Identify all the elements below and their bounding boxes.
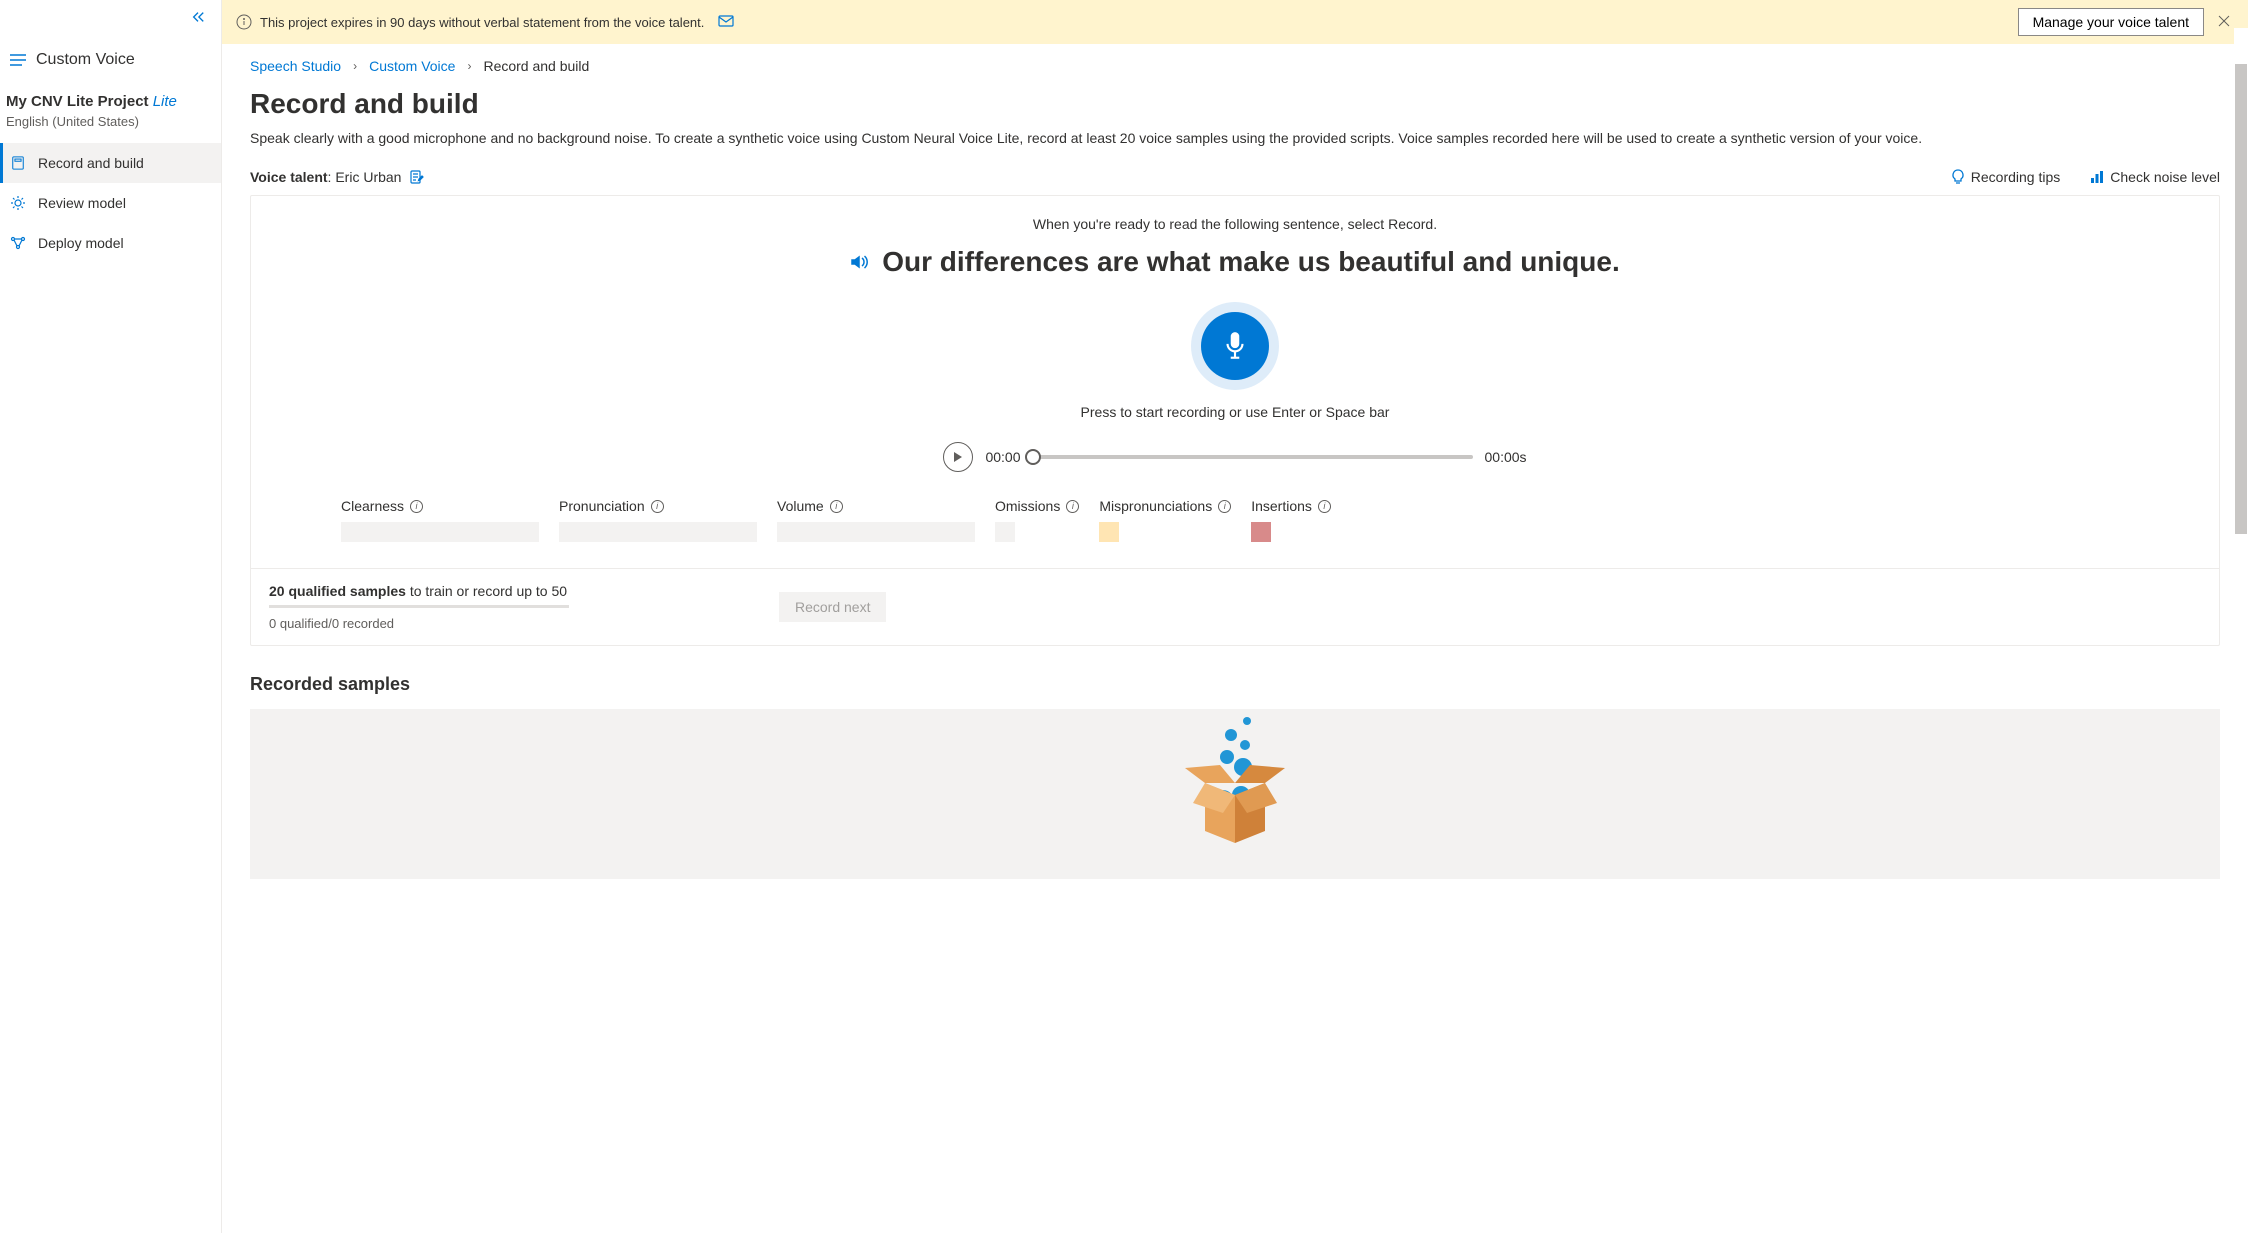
sidebar-item-label: Deploy model — [38, 235, 124, 251]
recording-instruction: When you're ready to read the following … — [281, 216, 2189, 232]
chevron-right-icon: › — [467, 59, 471, 73]
edit-voice-talent-icon[interactable] — [409, 169, 425, 185]
page-description: Speak clearly with a good microphone and… — [250, 128, 2220, 149]
recording-card: When you're ready to read the following … — [250, 195, 2220, 646]
metric-bar-mispronunciations — [1099, 522, 1119, 542]
playback-slider[interactable] — [1033, 455, 1473, 459]
play-button[interactable] — [943, 442, 973, 472]
time-total: 00:00s — [1485, 449, 1527, 465]
progress-bar — [269, 605, 569, 608]
metric-bar-pronunciation — [559, 522, 757, 542]
info-icon[interactable]: i — [830, 500, 843, 513]
sidebar-item-record-build[interactable]: Record and build — [0, 143, 221, 183]
sidebar-item-label: Review model — [38, 195, 126, 211]
metric-label-mispronunciations: Mispronunciations — [1099, 498, 1212, 514]
playback-controls: 00:00 00:00s — [281, 442, 2189, 472]
progress-footer: 20 qualified samples to train or record … — [251, 568, 2219, 645]
metric-bar-volume — [777, 522, 975, 542]
play-sentence-icon[interactable] — [850, 254, 868, 270]
manage-voice-talent-button[interactable]: Manage your voice talent — [2018, 8, 2204, 36]
notification-bar: This project expires in 90 days without … — [222, 0, 2248, 44]
close-notification-button[interactable] — [2214, 15, 2234, 30]
page-title: Record and build — [250, 88, 2220, 120]
check-noise-level-link[interactable]: Check noise level — [2090, 169, 2220, 185]
voice-talent-info: Voice talent: Eric Urban — [250, 169, 425, 185]
recorded-samples-title: Recorded samples — [250, 674, 2220, 695]
info-icon[interactable]: i — [1218, 500, 1231, 513]
sidebar: Custom Voice My CNV Lite Project Lite En… — [0, 0, 222, 1233]
progress-qualified: 20 qualified samples — [269, 583, 406, 599]
metric-label-omissions: Omissions — [995, 498, 1060, 514]
sidebar-item-review-model[interactable]: Review model — [0, 183, 221, 223]
info-icon — [236, 14, 252, 30]
metric-bar-clearness — [341, 522, 539, 542]
info-icon[interactable]: i — [1066, 500, 1079, 513]
menu-icon[interactable] — [10, 54, 26, 66]
record-hint: Press to start recording or use Enter or… — [281, 404, 2189, 420]
metrics-row: Clearnessi Pronunciationi Volumei Omissi… — [281, 498, 2189, 542]
scrollbar[interactable] — [2234, 28, 2248, 1233]
info-icon[interactable]: i — [651, 500, 664, 513]
collapse-sidebar-button[interactable] — [191, 10, 205, 27]
sidebar-item-label: Record and build — [38, 155, 144, 171]
empty-box-illustration — [1175, 713, 1295, 873]
breadcrumb-link[interactable]: Custom Voice — [369, 58, 455, 74]
project-language: English (United States) — [6, 114, 215, 129]
mail-icon[interactable] — [718, 15, 734, 30]
lightbulb-icon — [1951, 169, 1965, 185]
voice-talent-label: Voice talent — [250, 169, 328, 185]
app-title: Custom Voice — [36, 51, 135, 69]
project-badge: Lite — [153, 93, 177, 110]
record-button[interactable] — [1201, 312, 1269, 380]
recording-sentence: Our differences are what make us beautif… — [882, 246, 1620, 278]
project-info: My CNV Lite Project Lite English (United… — [0, 83, 221, 143]
breadcrumb-link[interactable]: Speech Studio — [250, 58, 341, 74]
deploy-icon — [10, 235, 26, 251]
bars-icon — [2090, 170, 2104, 184]
metric-bar-insertions — [1251, 522, 1271, 542]
voice-talent-name: Eric Urban — [335, 169, 401, 185]
tip-label: Check noise level — [2110, 169, 2220, 185]
record-next-button[interactable]: Record next — [779, 592, 886, 622]
project-name: My CNV Lite Project — [6, 93, 149, 110]
progress-status: 0 qualified/0 recorded — [269, 616, 569, 631]
info-icon[interactable]: i — [1318, 500, 1331, 513]
breadcrumb: Speech Studio › Custom Voice › Record an… — [250, 44, 2220, 88]
main-content: This project expires in 90 days without … — [222, 0, 2248, 1233]
metric-label-insertions: Insertions — [1251, 498, 1312, 514]
tip-label: Recording tips — [1971, 169, 2061, 185]
sidebar-item-deploy-model[interactable]: Deploy model — [0, 223, 221, 263]
metric-label-volume: Volume — [777, 498, 824, 514]
mic-button-outer — [1191, 302, 1279, 390]
metric-label-clearness: Clearness — [341, 498, 404, 514]
time-current: 00:00 — [985, 449, 1020, 465]
metric-bar-omissions — [995, 522, 1015, 542]
notification-text: This project expires in 90 days without … — [260, 15, 704, 30]
progress-suffix: to train or record up to 50 — [406, 583, 567, 599]
record-icon — [10, 155, 26, 171]
chevron-right-icon: › — [353, 59, 357, 73]
info-icon[interactable]: i — [410, 500, 423, 513]
recording-tips-link[interactable]: Recording tips — [1951, 169, 2061, 185]
empty-samples-placeholder — [250, 709, 2220, 879]
review-icon — [10, 195, 26, 211]
breadcrumb-current: Record and build — [483, 58, 589, 74]
metric-label-pronunciation: Pronunciation — [559, 498, 645, 514]
